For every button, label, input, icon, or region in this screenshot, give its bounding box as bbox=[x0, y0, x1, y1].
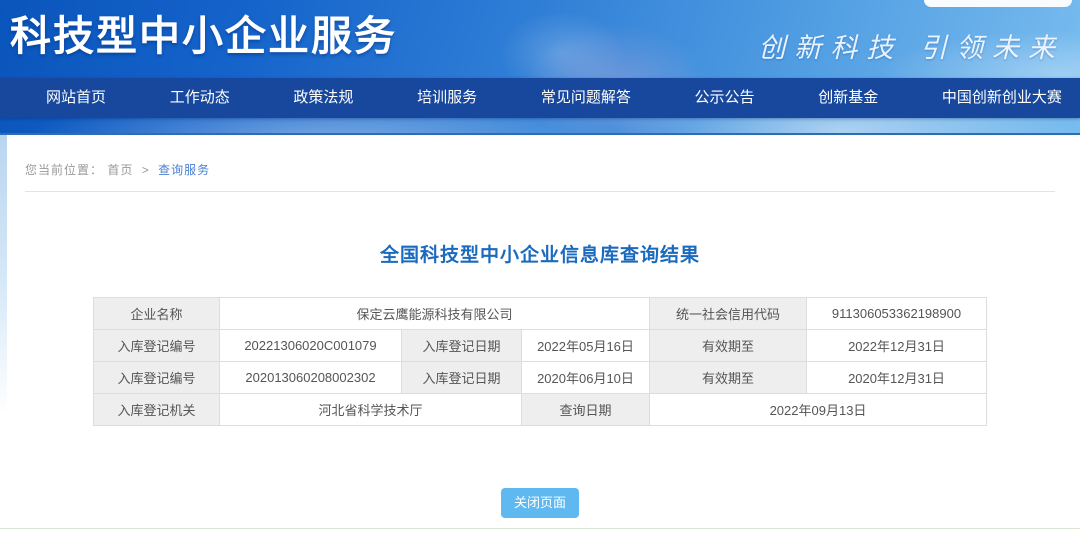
header-tab-sliver bbox=[924, 0, 1072, 7]
table-header-reg-number: 入库登记编号 bbox=[93, 362, 219, 394]
close-page-button[interactable]: 关闭页面 bbox=[501, 488, 579, 518]
table-value-query-date: 2022年09月13日 bbox=[650, 394, 987, 426]
table-header-company-name: 企业名称 bbox=[93, 298, 219, 330]
nav-item-announcements[interactable]: 公示公告 bbox=[689, 78, 761, 118]
table-row-company: 企业名称 保定云鹰能源科技有限公司 统一社会信用代码 9113060533621… bbox=[93, 298, 986, 330]
left-edge-decoration bbox=[0, 135, 7, 415]
breadcrumb-current[interactable]: 查询服务 bbox=[158, 163, 210, 177]
breadcrumb: 您当前位置： 首页 > 查询服务 bbox=[25, 161, 1055, 192]
nav-item-innovation-fund[interactable]: 创新基金 bbox=[812, 78, 884, 118]
table-row-authority: 入库登记机关 河北省科学技术厅 查询日期 2022年09月13日 bbox=[93, 394, 986, 426]
table-row-registration-2020: 入库登记编号 202013060208002302 入库登记日期 2020年06… bbox=[93, 362, 986, 394]
table-value-reg-authority: 河北省科学技术厅 bbox=[219, 394, 521, 426]
table-header-query-date: 查询日期 bbox=[521, 394, 649, 426]
content-panel: 您当前位置： 首页 > 查询服务 全国科技型中小企业信息库查询结果 企业名称 保… bbox=[0, 133, 1080, 528]
table-value-reg-number: 20221306020C001079 bbox=[219, 330, 401, 362]
table-header-valid-until: 有效期至 bbox=[650, 362, 807, 394]
table-value-reg-date: 2022年05月16日 bbox=[521, 330, 649, 362]
nav-item-faq[interactable]: 常见问题解答 bbox=[535, 78, 637, 118]
table-header-valid-until: 有效期至 bbox=[650, 330, 807, 362]
table-header-reg-date: 入库登记日期 bbox=[401, 330, 521, 362]
header-banner: 科技型中小企业服务 创新科技 引领未来 bbox=[0, 0, 1080, 78]
breadcrumb-prefix: 您当前位置： bbox=[25, 163, 103, 177]
site-title: 科技型中小企业服务 bbox=[10, 2, 397, 62]
nav-item-home[interactable]: 网站首页 bbox=[40, 78, 112, 118]
bottom-divider bbox=[0, 528, 1080, 534]
page-title: 全国科技型中小企业信息库查询结果 bbox=[0, 240, 1080, 267]
table-value-reg-number: 202013060208002302 bbox=[219, 362, 401, 394]
result-table: 企业名称 保定云鹰能源科技有限公司 统一社会信用代码 9113060533621… bbox=[93, 297, 987, 426]
table-value-credit-code: 911306053362198900 bbox=[807, 298, 987, 330]
table-row-registration-2022: 入库登记编号 20221306020C001079 入库登记日期 2022年05… bbox=[93, 330, 986, 362]
site-header: 科技型中小企业服务 创新科技 引领未来 网站首页 工作动态 政策法规 培训服务 … bbox=[0, 0, 1080, 133]
nav-item-competition[interactable]: 中国创新创业大赛 bbox=[936, 78, 1068, 118]
table-header-credit-code: 统一社会信用代码 bbox=[650, 298, 807, 330]
breadcrumb-home[interactable]: 首页 bbox=[107, 163, 133, 177]
table-value-company-name: 保定云鹰能源科技有限公司 bbox=[219, 298, 649, 330]
table-header-reg-authority: 入库登记机关 bbox=[93, 394, 219, 426]
table-header-reg-number: 入库登记编号 bbox=[93, 330, 219, 362]
nav-item-training[interactable]: 培训服务 bbox=[411, 78, 483, 118]
table-value-reg-date: 2020年06月10日 bbox=[521, 362, 649, 394]
main-nav: 网站首页 工作动态 政策法规 培训服务 常见问题解答 公示公告 创新基金 中国创… bbox=[0, 78, 1080, 118]
table-header-reg-date: 入库登记日期 bbox=[401, 362, 521, 394]
button-row: 关闭页面 bbox=[0, 488, 1080, 518]
table-value-valid-until: 2020年12月31日 bbox=[807, 362, 987, 394]
breadcrumb-separator: > bbox=[142, 163, 150, 177]
site-slogan: 创新科技 引领未来 bbox=[758, 26, 1064, 65]
nav-item-policies[interactable]: 政策法规 bbox=[287, 78, 359, 118]
table-value-valid-until: 2022年12月31日 bbox=[807, 330, 987, 362]
nav-item-work-news[interactable]: 工作动态 bbox=[164, 78, 236, 118]
